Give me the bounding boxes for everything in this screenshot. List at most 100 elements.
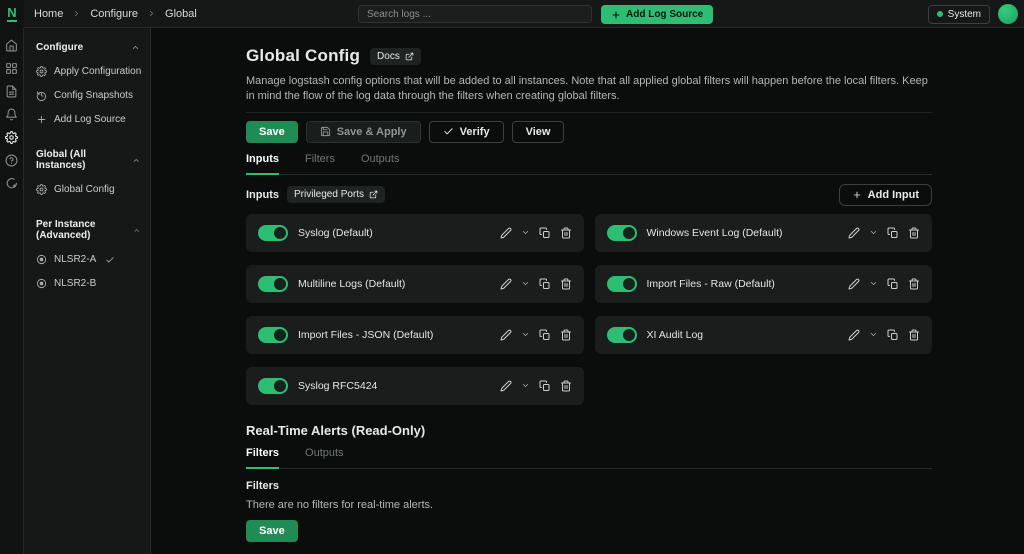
input-toggle[interactable] [606,275,637,292]
sidebar-item-apply-configuration[interactable]: Apply Configuration [36,66,141,77]
copy-icon[interactable] [539,380,551,392]
chevron-down-icon[interactable] [521,279,530,288]
edit-icon[interactable] [500,227,512,239]
chevron-down-icon[interactable] [521,228,530,237]
history-icon [36,90,47,101]
copy-icon[interactable] [539,329,551,341]
top-bar: N Home Configure Global Add Log Source S… [0,0,1024,28]
trash-icon[interactable] [908,278,920,290]
breadcrumb-home[interactable]: Home [34,8,63,20]
plus-icon [852,190,862,200]
trash-icon[interactable] [560,329,572,341]
add-input-button[interactable]: Add Input [838,183,932,206]
app-logo[interactable]: N [0,0,24,28]
view-button[interactable]: View [511,120,565,143]
search-input[interactable] [358,5,592,23]
status-dot [936,11,943,17]
alerts-tabs: Filters Outputs [246,447,932,469]
tab-outputs[interactable]: Outputs [361,153,400,174]
gear-icon[interactable] [5,131,18,144]
sidebar-section-configure[interactable]: Configure [36,42,140,53]
icon-rail [0,28,24,554]
page-description: Manage logstash config options that will… [246,75,928,103]
copy-icon[interactable] [539,278,551,290]
copy-icon[interactable] [539,227,551,239]
tab-filters[interactable]: Filters [305,153,335,174]
trash-icon[interactable] [908,227,920,239]
copy-icon[interactable] [887,227,899,239]
verify-button[interactable]: Verify [428,120,504,143]
tab-inputs[interactable]: Inputs [246,153,279,175]
chevron-up-icon [133,226,140,235]
bell-icon[interactable] [5,108,18,121]
chevron-down-icon[interactable] [521,381,530,390]
document-icon[interactable] [5,85,18,98]
breadcrumb-configure[interactable]: Configure [90,8,138,20]
sidebar: Configure Apply Configuration Config Sna… [24,28,151,554]
save-button[interactable]: Save [246,120,298,143]
alerts-tab-outputs[interactable]: Outputs [305,447,344,468]
input-label: Syslog RFC5424 [298,379,378,392]
sidebar-section-global[interactable]: Global (All Instances) [36,149,140,171]
chevron-up-icon [132,156,140,165]
docs-link[interactable]: Docs [370,47,421,65]
edit-icon[interactable] [848,329,860,341]
edit-icon[interactable] [500,380,512,392]
page-title: Global Config [246,46,361,65]
edit-icon[interactable] [848,227,860,239]
edit-icon[interactable] [848,278,860,290]
input-card-syslog-default: Syslog (Default) [246,213,584,252]
trash-icon[interactable] [560,227,572,239]
input-card-windows-event-log: Windows Event Log (Default) [594,213,932,252]
input-toggle[interactable] [606,326,637,343]
privileged-ports-link[interactable]: Privileged Ports [287,186,386,204]
chevron-down-icon[interactable] [521,330,530,339]
trash-icon[interactable] [560,380,572,392]
chevron-down-icon[interactable] [869,228,878,237]
inputs-section-label: Inputs [246,188,279,201]
divider [246,111,932,113]
check-icon [105,255,115,265]
sidebar-item-nlsr2-a[interactable]: NLSR2-A [36,254,140,265]
sidebar-section-per-instance[interactable]: Per Instance (Advanced) [36,219,140,241]
input-toggle[interactable] [258,275,288,292]
input-card-syslog-rfc5424: Syslog RFC5424 [246,366,584,405]
help-icon[interactable] [5,154,18,167]
input-label: Import Files - JSON (Default) [298,328,434,341]
alerts-save-button[interactable]: Save [246,519,298,542]
alerts-tab-filters[interactable]: Filters [246,447,280,469]
logo-text: N [7,4,17,22]
copy-icon[interactable] [887,278,899,290]
input-label: Syslog (Default) [298,226,373,239]
sidebar-item-config-snapshots[interactable]: Config Snapshots [36,90,140,101]
edit-icon[interactable] [500,278,512,290]
edit-icon[interactable] [500,329,512,341]
home-icon[interactable] [5,39,18,52]
trash-icon[interactable] [560,278,572,290]
add-log-source-button[interactable]: Add Log Source [601,5,714,24]
sidebar-item-add-log-source[interactable]: Add Log Source [36,114,140,125]
radio-icon [36,278,47,289]
save-and-apply-button[interactable]: Save & Apply [305,120,421,143]
input-card-import-files-raw: Import Files - Raw (Default) [594,264,932,303]
input-label: Multiline Logs (Default) [298,277,406,290]
avatar[interactable] [998,4,1018,24]
input-toggle[interactable] [606,224,637,241]
chevron-right-icon [147,9,156,18]
system-status-button[interactable]: System [927,4,990,24]
sidebar-item-global-config[interactable]: Global Config [36,184,140,195]
plus-icon [611,10,621,20]
input-toggle[interactable] [258,326,288,343]
floppy-icon [320,126,331,137]
sidebar-item-nlsr2-b[interactable]: NLSR2-B [36,278,140,289]
copy-icon[interactable] [887,329,899,341]
trash-icon[interactable] [908,329,920,341]
input-toggle[interactable] [258,377,288,394]
alerts-section-title: Real-Time Alerts (Read-Only) [246,422,426,438]
chevron-down-icon[interactable] [869,330,878,339]
support-icon[interactable] [5,177,18,190]
input-toggle[interactable] [258,224,288,241]
dashboard-icon[interactable] [5,62,18,75]
breadcrumb: Home Configure Global [34,8,197,20]
chevron-down-icon[interactable] [869,279,878,288]
